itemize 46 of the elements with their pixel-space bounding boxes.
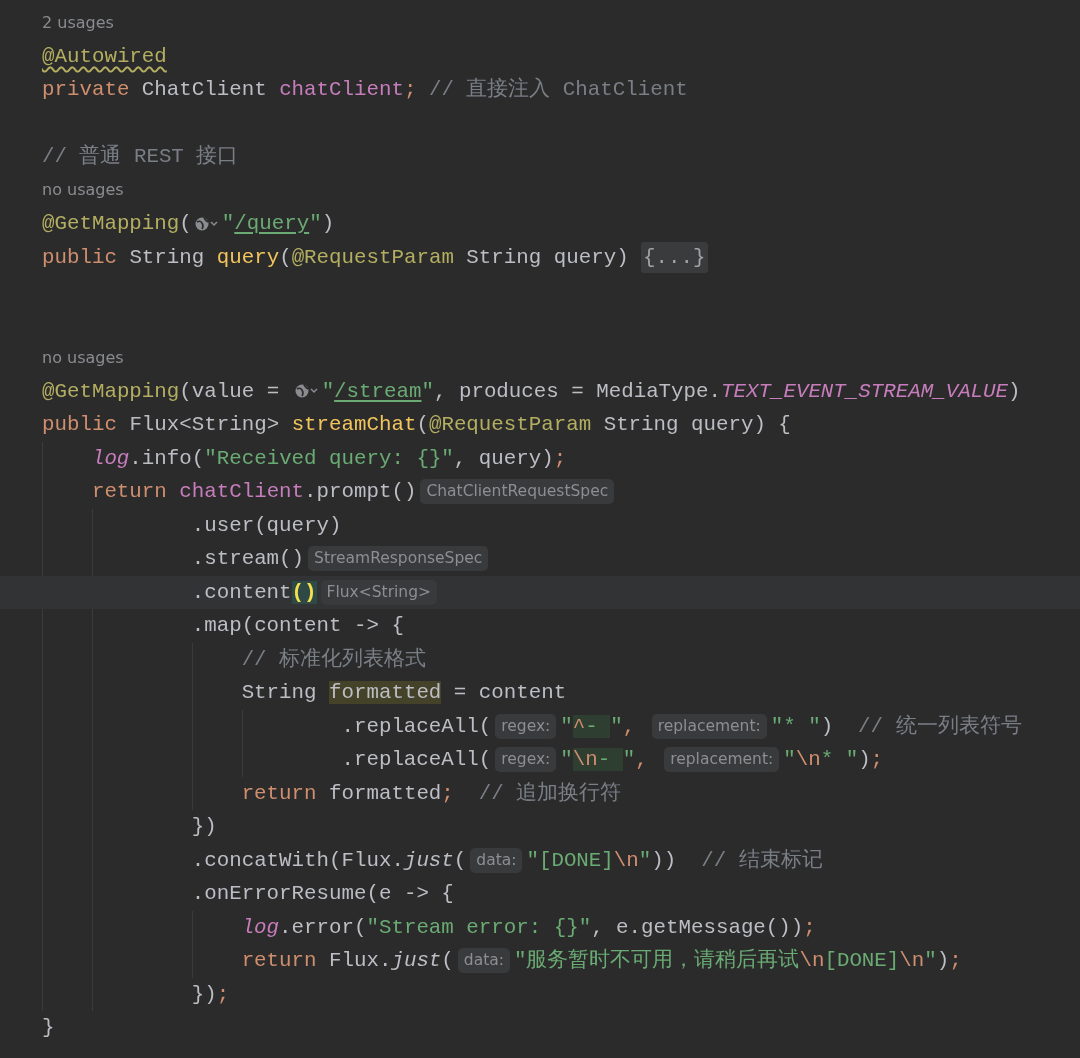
code-text: @GetMapping(value = [42, 378, 281, 405]
inlay-hint: StreamResponseSpec [308, 546, 489, 572]
folded-code[interactable]: {...} [641, 241, 708, 273]
code-text: .map(content -> { [191, 613, 404, 640]
code-text: .user(query) [191, 512, 342, 539]
code-text: }); [191, 981, 230, 1008]
inlay-hint: Flux<String> [320, 579, 437, 605]
inlay-hint: regex: [495, 747, 557, 773]
code-text: .onErrorResume(e -> { [191, 881, 454, 908]
inlay-hint: ChatClientRequestSpec [420, 479, 615, 505]
code-text: @GetMapping( [42, 211, 192, 238]
code-text: log.info("Received query: {}", query); [91, 445, 567, 472]
code-text: "\n- ", [560, 747, 649, 774]
code-text: public String query(@RequestParam String query) [42, 244, 630, 271]
code-text: "[DONE]\n")) // 结束标记 [526, 847, 823, 874]
code-text: // 普通 REST 接口 [42, 143, 239, 171]
usage-hint[interactable]: no usages [42, 345, 124, 370]
code-text: .stream() [191, 546, 305, 573]
inlay-hint: replacement: [651, 713, 767, 739]
code-text: .concatWith(Flux.just( [191, 847, 467, 874]
code-text: return Flux.just( [241, 948, 454, 975]
code-text: "^- ", [560, 713, 637, 740]
code-text: "/query") [221, 211, 335, 238]
code-text: return formatted; // 追加换行符 [241, 780, 622, 807]
code-text: String formatted = content [241, 680, 567, 707]
inlay-hint: data: [470, 847, 523, 873]
code-text: }) [191, 814, 217, 841]
code-text: "/stream", produces = MediaType.TEXT_EVENT_STREAM_VALUE) [321, 378, 1021, 405]
code-text: .content() [191, 579, 317, 606]
code-text: } [42, 1015, 55, 1042]
usage-hint[interactable]: no usages [42, 178, 124, 203]
inlay-hint: replacement: [664, 747, 780, 773]
code-text: log.error("Stream error: {}", e.getMessage()); [241, 914, 816, 941]
inlay-hint: data: [457, 948, 510, 974]
code-text: "\n* "); [783, 747, 884, 774]
code-text: .replaceAll( [341, 713, 492, 740]
code-text: public Flux<String> streamChat(@RequestParam String query) { [42, 412, 791, 439]
code-text: "* ") // 统一列表符号 [770, 713, 1022, 740]
code-text: return chatClient.prompt() [91, 479, 417, 506]
code-text: // 标准化列表格式 [241, 646, 427, 673]
code-text: "服务暂时不可用，请稍后再试\n[DONE]\n"); [513, 947, 962, 975]
code-text: private ChatClient chatClient; // 直接注入 ChatClient [42, 76, 688, 104]
code-text: @Autowired [42, 43, 167, 70]
usage-hint[interactable]: 2 usages [42, 10, 114, 35]
code-text: .replaceAll( [341, 747, 492, 774]
inlay-hint: regex: [495, 713, 557, 739]
